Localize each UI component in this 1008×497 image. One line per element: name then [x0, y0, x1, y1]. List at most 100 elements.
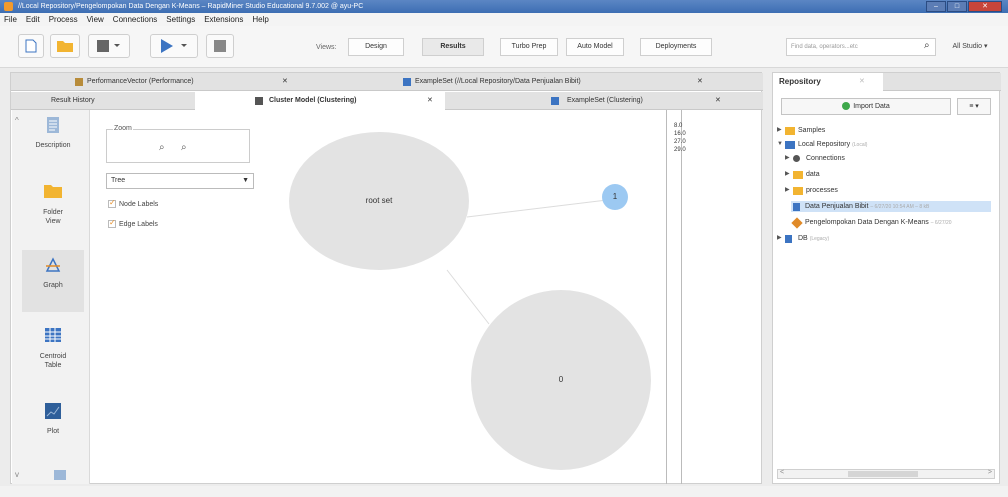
menu-help[interactable]: Help: [252, 15, 268, 24]
rapidminer-logo-icon: [4, 2, 13, 11]
scrollbar-thumb[interactable]: [848, 471, 918, 477]
result-tabs-row-1: PerformanceVector (Performance) ✕ Exampl…: [11, 73, 763, 91]
tab-repository[interactable]: Repository: [773, 73, 883, 91]
title-bar: //Local Repository/Pengelompokan Data De…: [0, 0, 1008, 13]
table-icon: [403, 78, 411, 86]
node-labels-checkbox[interactable]: Node Labels: [108, 198, 158, 208]
stop-process-button[interactable]: [206, 34, 234, 58]
database-icon: [785, 235, 792, 243]
menu-extensions[interactable]: Extensions: [204, 15, 243, 24]
scroll-left-icon[interactable]: <: [780, 469, 784, 476]
chevron-right-icon: ▶: [785, 171, 790, 177]
status-bar: [0, 486, 1008, 497]
open-process-button[interactable]: [50, 34, 80, 58]
repository-panel: Repository ✕ Import Data ≡ ▾ ▶ Samples ▼…: [772, 72, 1001, 484]
centroid-table-icon: [45, 328, 61, 342]
nav-description[interactable]: Description: [22, 110, 84, 172]
checkbox-icon: [108, 198, 116, 208]
new-process-button[interactable]: [18, 34, 44, 58]
menu-connections[interactable]: Connections: [113, 15, 157, 24]
cluster-graph[interactable]: root set 1 0: [257, 110, 672, 484]
menu-process[interactable]: Process: [49, 15, 78, 24]
view-tab-design[interactable]: Design: [348, 38, 404, 56]
tab-close-icon[interactable]: ✕: [266, 73, 288, 91]
plus-icon: [842, 102, 851, 111]
results-panel: PerformanceVector (Performance) ✕ Exampl…: [10, 72, 763, 484]
folder-icon: [785, 127, 795, 135]
tab-close-icon[interactable]: ✕: [859, 73, 865, 91]
checkbox-icon: [108, 218, 116, 228]
maximize-button[interactable]: □: [947, 1, 967, 12]
menu-settings[interactable]: Settings: [166, 15, 195, 24]
tab-example-set-data[interactable]: ExampleSet (//Local Repository/Data Penj…: [399, 73, 719, 91]
chevron-down-icon: ▼: [777, 141, 783, 147]
chevron-right-icon: ▶: [785, 187, 790, 193]
zoom-group: Zoom ⌕ ⌕: [106, 125, 250, 163]
graph-node-cluster-1[interactable]: 1: [602, 184, 628, 210]
more-views-icon[interactable]: [53, 468, 67, 482]
nav-folder-view[interactable]: Folder View: [22, 176, 84, 238]
folder-icon: [793, 187, 803, 195]
close-button[interactable]: ✕: [968, 1, 1002, 12]
menu-file[interactable]: File: [4, 15, 17, 24]
repository-tab-row: Repository ✕: [773, 73, 1001, 91]
menu-view[interactable]: View: [87, 15, 104, 24]
run-process-button[interactable]: [150, 34, 198, 58]
tab-close-icon[interactable]: ✕: [699, 92, 721, 110]
chevron-right-icon: ▶: [777, 127, 782, 133]
repository-icon: [785, 141, 795, 149]
folder-icon: [44, 185, 62, 198]
view-tab-auto-model[interactable]: Auto Model: [566, 38, 624, 56]
zoom-label: Zoom: [113, 125, 133, 132]
model-icon: [255, 97, 263, 105]
description-icon: [47, 117, 59, 133]
edge-labels-checkbox[interactable]: Edge Labels: [108, 218, 158, 228]
process-icon: [791, 217, 803, 229]
chevron-right-icon: ▶: [785, 155, 790, 161]
tab-cluster-model[interactable]: Cluster Model (Clustering): [195, 92, 445, 110]
centroid-values: 8.0 16.0 27.0 29.0: [674, 123, 686, 153]
search-input[interactable]: Find data, operators...etc: [786, 38, 936, 56]
save-process-button[interactable]: [88, 34, 130, 58]
stop-icon: [214, 40, 226, 52]
save-icon: [97, 40, 120, 52]
window-controls: – □ ✕: [925, 1, 1002, 12]
view-selector-sidebar: ^ Description Folder View Graph Centroid…: [12, 110, 90, 484]
view-tab-results[interactable]: Results: [422, 38, 484, 56]
studio-selector[interactable]: All Studio ▾: [940, 38, 1000, 56]
tab-result-history[interactable]: Result History: [11, 92, 195, 110]
graph-node-root[interactable]: root set: [289, 132, 469, 270]
view-tab-deployments[interactable]: Deployments: [640, 38, 712, 56]
scroll-up-icon[interactable]: ^: [15, 116, 19, 125]
menu-edit[interactable]: Edit: [26, 15, 40, 24]
nav-centroid-table[interactable]: Centroid Table: [22, 320, 84, 382]
zoom-out-icon[interactable]: ⌕: [181, 142, 187, 153]
toolbar: Views: Design Results Turbo Prep Auto Mo…: [0, 26, 1008, 68]
scroll-right-icon[interactable]: >: [988, 469, 992, 476]
search-icon[interactable]: ⌕: [924, 40, 930, 51]
graph-icon: [45, 257, 61, 272]
view-tab-turbo-prep[interactable]: Turbo Prep: [500, 38, 558, 56]
table-icon: [551, 97, 559, 105]
scroll-down-icon[interactable]: v: [15, 470, 19, 479]
views-label: Views:: [316, 44, 337, 51]
tab-close-icon[interactable]: ✕: [411, 92, 433, 110]
nav-plot[interactable]: Plot: [22, 396, 84, 458]
tree-item-data-penjualan-bibit[interactable]: Data Penjualan Bibit – 6/27/20 10:54 AM …: [791, 201, 991, 212]
connection-icon: [793, 155, 800, 162]
play-icon: [161, 39, 187, 53]
horizontal-scrollbar[interactable]: < >: [777, 469, 995, 479]
splitter[interactable]: [666, 110, 682, 484]
folder-icon: [57, 41, 73, 52]
repository-menu-button[interactable]: ≡ ▾: [957, 98, 991, 115]
window-title: //Local Repository/Pengelompokan Data De…: [18, 3, 364, 10]
minimize-button[interactable]: –: [926, 1, 946, 12]
nav-graph[interactable]: Graph: [22, 250, 84, 312]
zoom-in-icon[interactable]: ⌕: [159, 142, 165, 153]
tab-close-icon[interactable]: ✕: [681, 73, 703, 91]
import-data-button[interactable]: Import Data: [781, 98, 951, 115]
table-icon: [793, 203, 800, 211]
graph-node-cluster-0[interactable]: 0: [471, 290, 651, 470]
layout-select[interactable]: Tree ▼: [106, 173, 254, 189]
plot-icon: [45, 403, 61, 419]
